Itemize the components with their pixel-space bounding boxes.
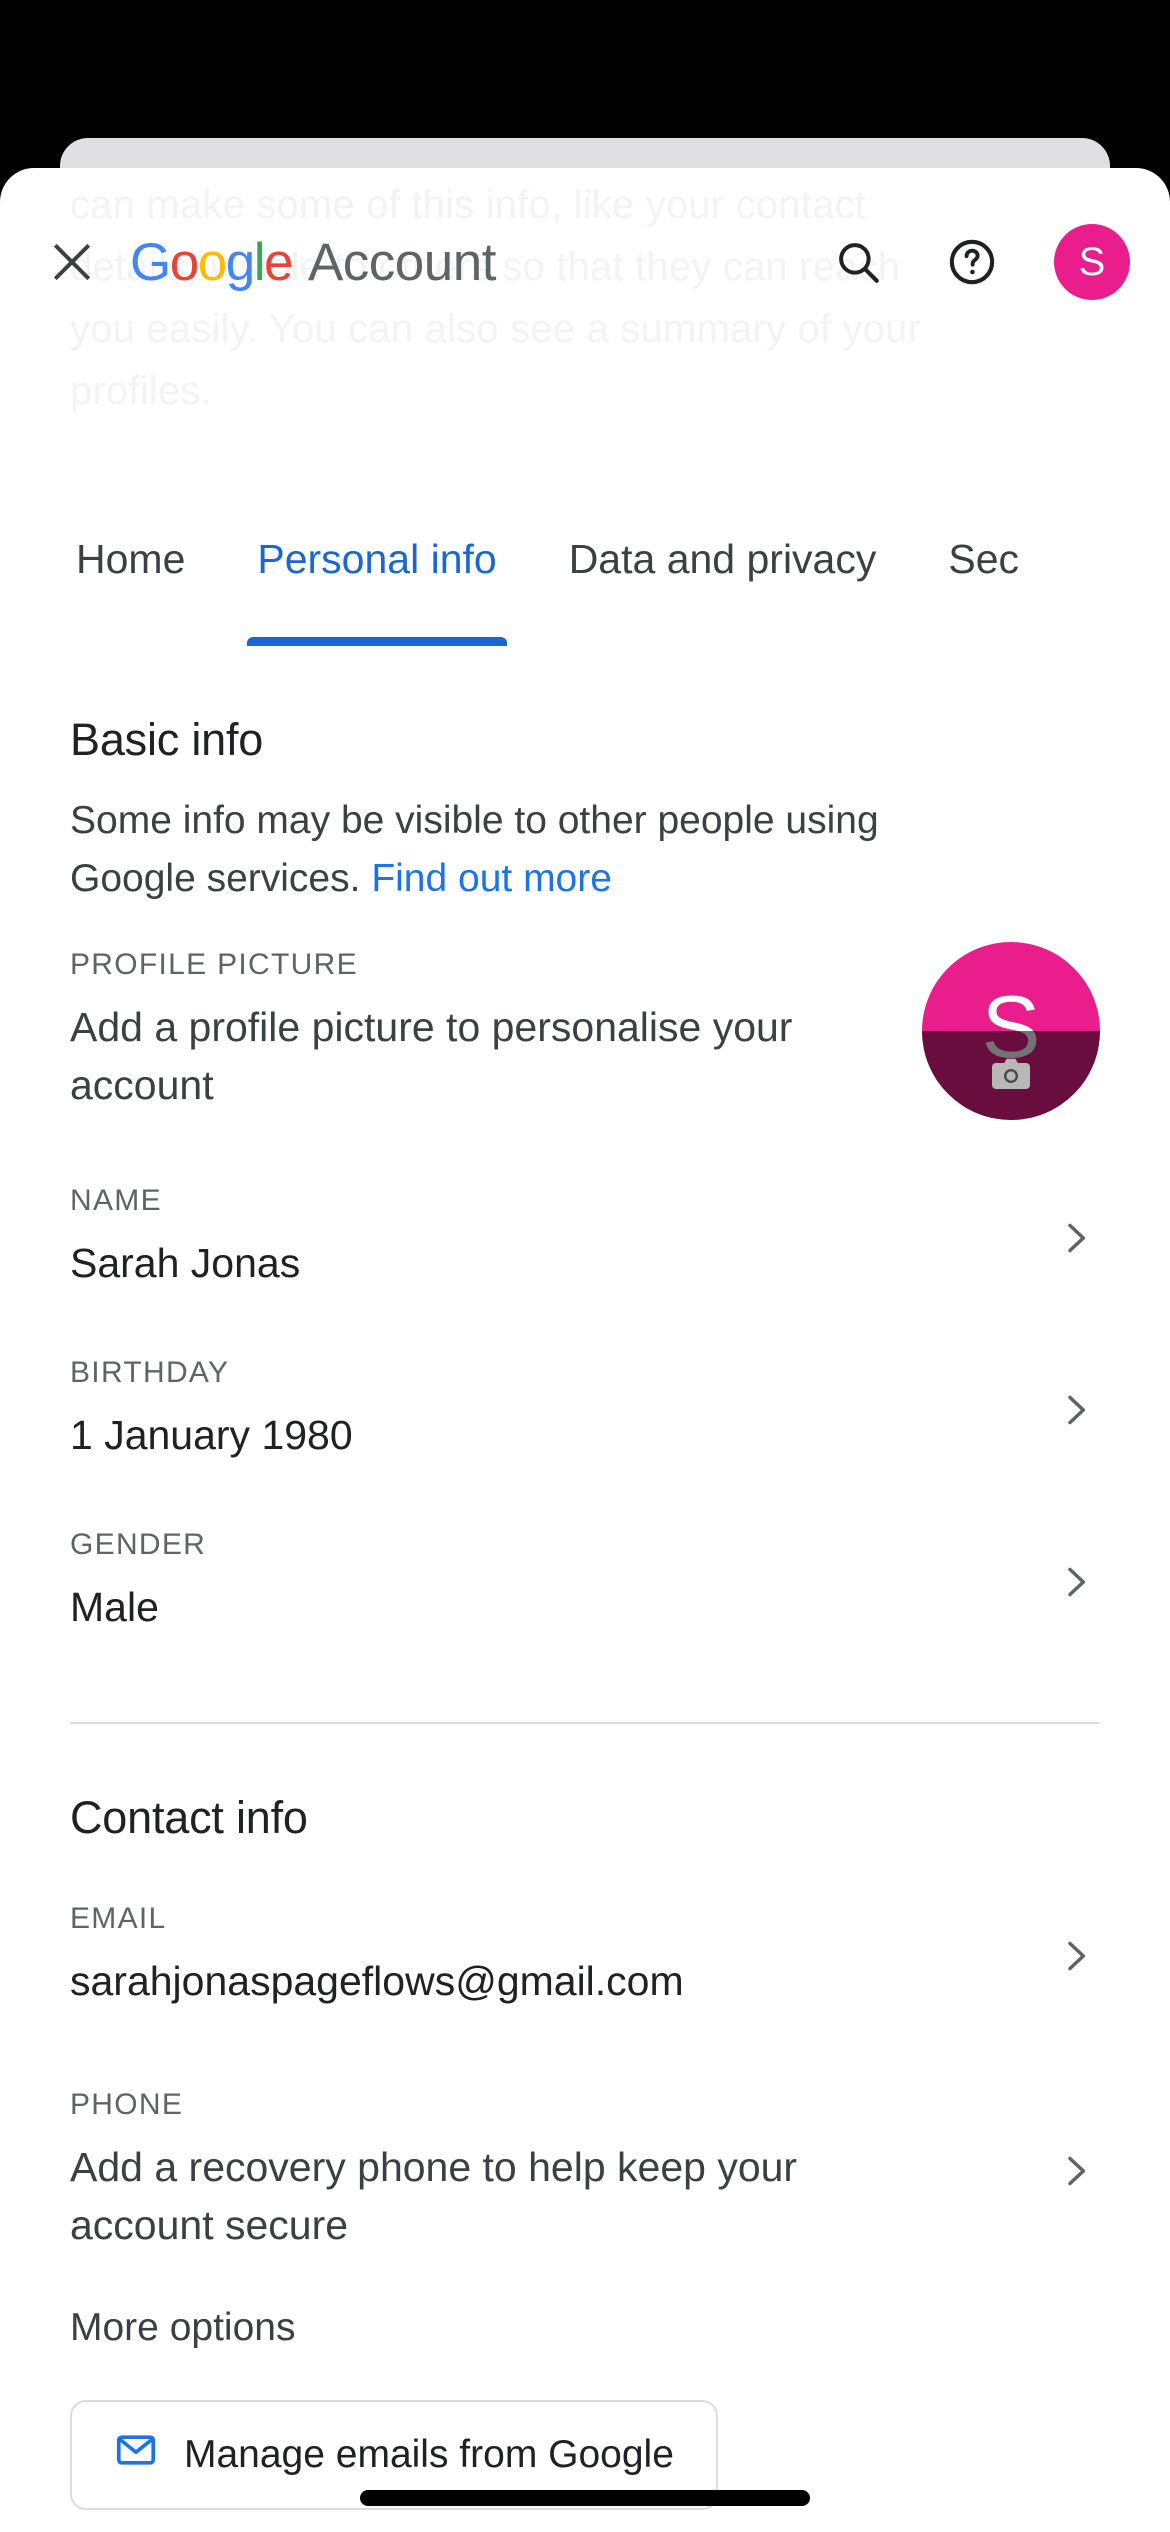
section-basic-info: Basic info Some info may be visible to o… [0, 646, 1170, 1724]
search-icon[interactable] [826, 230, 890, 294]
app-title: Account [307, 232, 497, 292]
logo-letter-o2: o [197, 232, 227, 292]
chevron-right-icon[interactable] [1050, 1218, 1100, 1258]
row-profile-picture[interactable]: PROFILE PICTURE Add a profile picture to… [70, 908, 1100, 1150]
tab-personal-info[interactable]: Personal info [221, 528, 532, 646]
row-profile-picture-value: Add a profile picture to personalise you… [70, 1004, 793, 1108]
row-birthday[interactable]: BIRTHDAY 1 January 1980 [70, 1322, 1100, 1494]
content-scroll-area[interactable]: Basic info Some info may be visible to o… [0, 646, 1170, 2510]
row-name-texts: NAME Sarah Jonas [70, 1184, 1050, 1292]
find-out-more-link[interactable]: Find out more [371, 857, 612, 900]
section-contact-info: Contact info EMAIL sarahjonaspageflows@g… [0, 1724, 1170, 2510]
phone-screen: can make some of this info, like your co… [0, 0, 1170, 2532]
row-gender-label: GENDER [70, 1528, 207, 1561]
chevron-right-icon[interactable] [1050, 1390, 1100, 1430]
row-profile-picture-label: PROFILE PICTURE [70, 948, 358, 981]
avatar[interactable]: S [1054, 224, 1130, 300]
logo-letter-G: G [130, 232, 171, 292]
google-logo: Google [130, 232, 293, 292]
chevron-right-icon[interactable] [1050, 2151, 1100, 2191]
row-email-label: EMAIL [70, 1902, 167, 1935]
chevron-right-icon[interactable] [1050, 1562, 1100, 1602]
manage-emails-button-label: Manage emails from Google [184, 2433, 674, 2476]
app-bar-actions: S [826, 224, 1130, 300]
logo-letter-o1: o [169, 232, 199, 292]
row-phone-value: Add a recovery phone to help keep your a… [70, 2144, 798, 2248]
basic-info-title: Basic info [70, 714, 264, 765]
row-email[interactable]: EMAIL sarahjonaspageflows@gmail.com [70, 1844, 1100, 2040]
row-gender-texts: GENDER Male [70, 1528, 1050, 1636]
row-name-label: NAME [70, 1184, 162, 1217]
row-profile-picture-texts: PROFILE PICTURE Add a profile picture to… [70, 948, 922, 1114]
tab-security-label: Sec [948, 536, 1020, 582]
row-birthday-texts: BIRTHDAY 1 January 1980 [70, 1356, 1050, 1464]
home-indicator [360, 2490, 810, 2506]
app-bar: Google Account S [0, 202, 1170, 322]
logo-letter-l: l [253, 232, 266, 292]
tab-security[interactable]: Sec [912, 528, 1055, 646]
camera-icon [987, 1050, 1035, 1098]
tab-home[interactable]: Home [66, 528, 221, 646]
row-phone-label: PHONE [70, 2088, 184, 2121]
logo-letter-g: g [225, 232, 255, 292]
row-name-value: Sarah Jonas [70, 1240, 301, 1286]
contact-info-title: Contact info [70, 1792, 308, 1843]
row-name[interactable]: NAME Sarah Jonas [70, 1150, 1100, 1322]
basic-info-description: Some info may be visible to other people… [70, 792, 1000, 908]
close-icon[interactable] [40, 230, 104, 294]
help-icon[interactable] [940, 230, 1004, 294]
chevron-right-icon[interactable] [1050, 1936, 1100, 1976]
profile-picture-wrap: S [922, 942, 1100, 1120]
avatar-initial: S [1078, 239, 1106, 284]
envelope-icon [114, 2428, 158, 2482]
account-sheet: can make some of this info, like your co… [0, 168, 1170, 2532]
row-birthday-value: 1 January 1980 [70, 1412, 353, 1458]
tab-data-and-privacy-label: Data and privacy [568, 536, 877, 582]
row-birthday-label: BIRTHDAY [70, 1356, 230, 1389]
tab-home-label: Home [76, 536, 186, 582]
ghost-line-4: profiles. [70, 369, 212, 413]
row-phone[interactable]: PHONE Add a recovery phone to help keep … [70, 2040, 1100, 2284]
row-phone-texts: PHONE Add a recovery phone to help keep … [70, 2088, 1050, 2254]
tab-personal-info-label: Personal info [257, 536, 497, 582]
row-email-texts: EMAIL sarahjonaspageflows@gmail.com [70, 1902, 1050, 2010]
brand: Google Account [130, 232, 806, 293]
logo-letter-e: e [263, 232, 293, 292]
tab-bar: Home Personal info Data and privacy Sec [0, 528, 1170, 646]
tab-data-and-privacy[interactable]: Data and privacy [533, 528, 913, 646]
profile-avatar[interactable]: S [922, 942, 1100, 1120]
row-gender[interactable]: GENDER Male [70, 1494, 1100, 1666]
row-email-value: sarahjonaspageflows@gmail.com [70, 1958, 684, 2004]
more-options-label: More options [70, 2306, 296, 2349]
row-gender-value: Male [70, 1584, 159, 1630]
